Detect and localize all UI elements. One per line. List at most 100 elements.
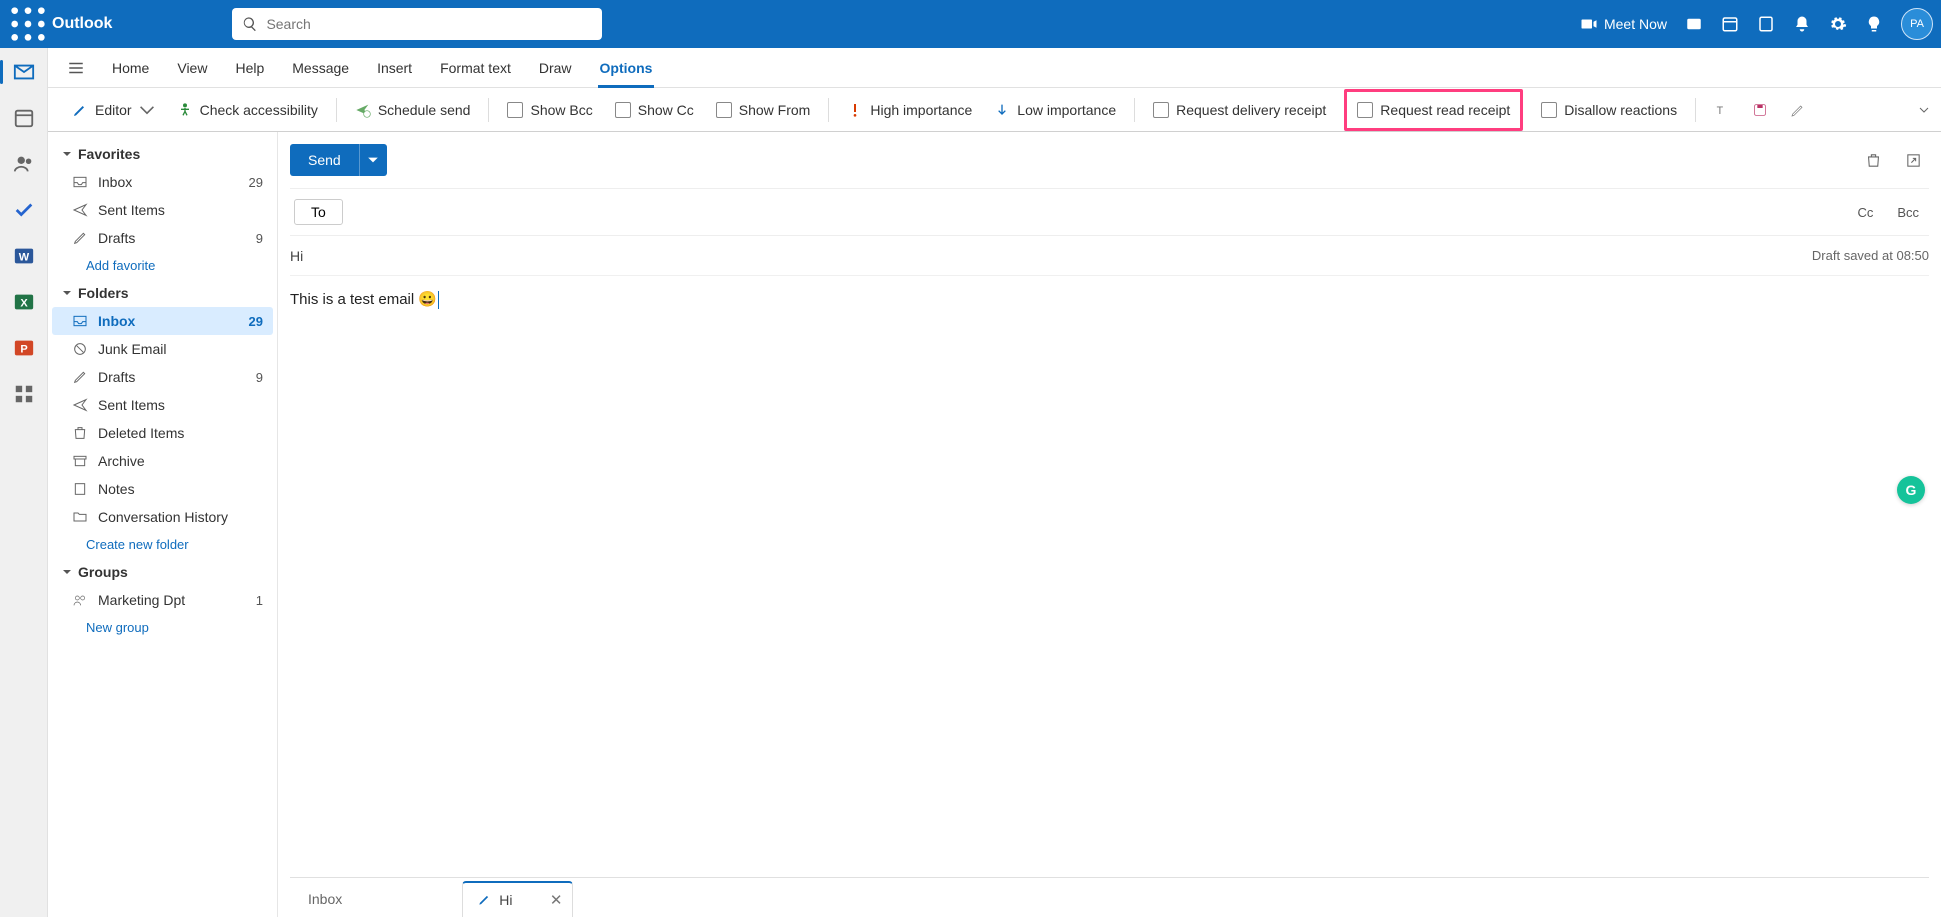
save-button[interactable] bbox=[1748, 94, 1772, 126]
rail-excel-icon[interactable]: X bbox=[8, 286, 40, 318]
tips-icon[interactable] bbox=[1865, 15, 1883, 33]
app-brand: Outlook bbox=[52, 15, 112, 33]
folder-junk-label: Junk Email bbox=[98, 341, 263, 357]
folder-sent[interactable]: Sent Items bbox=[52, 391, 273, 419]
close-tab-icon[interactable]: ✕ bbox=[550, 891, 563, 909]
bottom-tab-draft[interactable]: Hi ✕ bbox=[462, 881, 573, 917]
create-new-folder-link[interactable]: Create new folder bbox=[52, 531, 273, 558]
request-read-receipt-toggle[interactable]: Request read receipt bbox=[1353, 94, 1514, 126]
tab-message[interactable]: Message bbox=[280, 48, 361, 88]
text-cursor bbox=[438, 291, 439, 309]
groups-header[interactable]: Groups bbox=[52, 558, 273, 586]
low-importance-button[interactable]: Low importance bbox=[990, 94, 1120, 126]
request-delivery-receipt-toggle[interactable]: Request delivery receipt bbox=[1149, 94, 1330, 126]
high-importance-button[interactable]: High importance bbox=[843, 94, 976, 126]
favorites-header[interactable]: Favorites bbox=[52, 140, 273, 168]
rail-todo-icon[interactable] bbox=[8, 194, 40, 226]
folder-notes[interactable]: Notes bbox=[52, 475, 273, 503]
cc-link[interactable]: Cc bbox=[1851, 205, 1879, 220]
search-box[interactable] bbox=[232, 8, 602, 40]
tab-help[interactable]: Help bbox=[223, 48, 276, 88]
note-header-icon[interactable] bbox=[1757, 15, 1775, 33]
folder-archive[interactable]: Archive bbox=[52, 447, 273, 475]
fav-inbox[interactable]: Inbox29 bbox=[52, 168, 273, 196]
tab-format-text[interactable]: Format text bbox=[428, 48, 523, 88]
send-button[interactable]: Send bbox=[290, 144, 359, 176]
more-options-button[interactable] bbox=[1786, 94, 1810, 126]
junk-icon bbox=[72, 341, 88, 357]
tab-options[interactable]: Options bbox=[588, 48, 665, 88]
folders-header[interactable]: Folders bbox=[52, 279, 273, 307]
folders-header-label: Folders bbox=[78, 285, 129, 301]
favorites-header-label: Favorites bbox=[78, 146, 140, 162]
drafts-icon bbox=[72, 369, 88, 385]
teams-icon[interactable] bbox=[1685, 15, 1703, 33]
discard-button[interactable] bbox=[1857, 144, 1889, 176]
checkbox-icon bbox=[507, 102, 523, 118]
to-input[interactable] bbox=[355, 204, 1840, 220]
send-dropdown-button[interactable] bbox=[359, 144, 387, 176]
rail-powerpoint-icon[interactable]: P bbox=[8, 332, 40, 364]
settings-icon[interactable] bbox=[1829, 15, 1847, 33]
fav-drafts-count: 9 bbox=[256, 231, 263, 246]
show-bcc-toggle[interactable]: Show Bcc bbox=[503, 94, 596, 126]
title-bar: Outlook Meet Now PA bbox=[0, 0, 1941, 48]
show-cc-label: Show Cc bbox=[638, 102, 694, 118]
rail-people-icon[interactable] bbox=[8, 148, 40, 180]
new-group-link[interactable]: New group bbox=[52, 614, 273, 641]
rail-word-icon[interactable]: W bbox=[8, 240, 40, 272]
grammarly-icon[interactable]: G bbox=[1897, 476, 1925, 504]
show-from-toggle[interactable]: Show From bbox=[712, 94, 815, 126]
disallow-reactions-toggle[interactable]: Disallow reactions bbox=[1537, 94, 1681, 126]
add-favorite-link[interactable]: Add favorite bbox=[52, 252, 273, 279]
check-accessibility-button[interactable]: Check accessibility bbox=[173, 94, 322, 126]
folder-sent-label: Sent Items bbox=[98, 397, 263, 413]
message-body[interactable]: This is a test email 😀 G bbox=[290, 276, 1929, 877]
popout-button[interactable] bbox=[1897, 144, 1929, 176]
folder-conversation-history[interactable]: Conversation History bbox=[52, 503, 273, 531]
tab-insert[interactable]: Insert bbox=[365, 48, 424, 88]
compose-pane: Send To Cc Bcc Draft saved at 08:50 bbox=[278, 132, 1941, 917]
exclaim-icon bbox=[847, 102, 863, 118]
rail-calendar-icon[interactable] bbox=[8, 102, 40, 134]
rail-mail-icon[interactable] bbox=[8, 56, 40, 88]
bottom-tab-inbox[interactable]: Inbox bbox=[294, 881, 462, 917]
folder-drafts[interactable]: Drafts9 bbox=[52, 363, 273, 391]
account-avatar[interactable]: PA bbox=[1901, 8, 1933, 40]
folder-junk[interactable]: Junk Email bbox=[52, 335, 273, 363]
schedule-send-label: Schedule send bbox=[378, 102, 471, 118]
tab-draw[interactable]: Draw bbox=[527, 48, 584, 88]
schedule-send-button[interactable]: Schedule send bbox=[351, 94, 475, 126]
app-launcher-icon[interactable] bbox=[8, 4, 48, 44]
bcc-link[interactable]: Bcc bbox=[1891, 205, 1925, 220]
hamburger-icon[interactable] bbox=[56, 48, 96, 88]
fav-drafts[interactable]: Drafts 9 bbox=[52, 224, 273, 252]
request-read-receipt-label: Request read receipt bbox=[1380, 102, 1510, 118]
notifications-icon[interactable] bbox=[1793, 15, 1811, 33]
folder-deleted[interactable]: Deleted Items bbox=[52, 419, 273, 447]
plain-text-button[interactable]: T bbox=[1710, 94, 1734, 126]
to-button[interactable]: To bbox=[294, 199, 343, 225]
checkbox-icon bbox=[716, 102, 732, 118]
checkbox-icon bbox=[1153, 102, 1169, 118]
search-input[interactable] bbox=[266, 16, 592, 32]
save-icon bbox=[1752, 102, 1768, 118]
ribbon-options: Editor Check accessibility Schedule send… bbox=[48, 88, 1941, 132]
tab-home[interactable]: Home bbox=[100, 48, 161, 88]
request-delivery-receipt-label: Request delivery receipt bbox=[1176, 102, 1326, 118]
folder-icon bbox=[72, 509, 88, 525]
calendar-header-icon[interactable] bbox=[1721, 15, 1739, 33]
fav-sent[interactable]: Sent Items bbox=[52, 196, 273, 224]
editor-button[interactable]: Editor bbox=[68, 94, 159, 126]
draft-saved-status: Draft saved at 08:50 bbox=[1812, 248, 1929, 263]
folder-inbox[interactable]: Inbox29 bbox=[52, 307, 273, 335]
ribbon-chevron-icon[interactable] bbox=[1919, 88, 1935, 131]
pen-icon bbox=[477, 893, 491, 907]
tab-view[interactable]: View bbox=[165, 48, 219, 88]
fav-drafts-label: Drafts bbox=[98, 230, 246, 246]
show-cc-toggle[interactable]: Show Cc bbox=[611, 94, 698, 126]
meet-now-button[interactable]: Meet Now bbox=[1580, 15, 1667, 33]
group-marketing[interactable]: Marketing Dpt1 bbox=[52, 586, 273, 614]
rail-more-apps-icon[interactable] bbox=[8, 378, 40, 410]
subject-input[interactable] bbox=[290, 248, 1812, 264]
